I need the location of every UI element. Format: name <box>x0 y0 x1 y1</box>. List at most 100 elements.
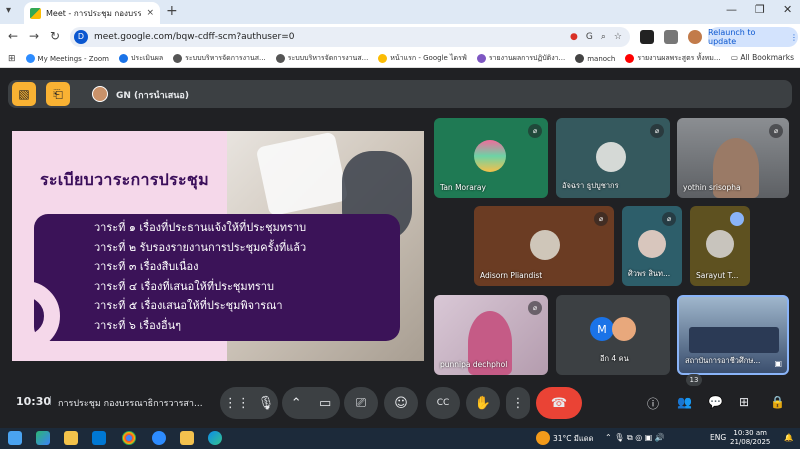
raise-hand-button[interactable]: ✋ <box>466 387 500 419</box>
more-menu-icon[interactable]: ⋮ <box>790 33 798 42</box>
mic-off-icon: ⌀ <box>769 124 783 138</box>
exit-presentation-icon[interactable]: ⎗ <box>46 82 70 106</box>
youtube-icon <box>625 54 635 63</box>
profile-avatar[interactable] <box>688 30 702 44</box>
chrome-icon[interactable] <box>122 431 136 445</box>
bookmark-item[interactable]: รายงานผลการปฏิบัติงา... <box>476 53 565 64</box>
participant-tile[interactable]: ⌀ yothin srisopha <box>677 118 789 198</box>
agenda-item: วาระที่ ๖ เรื่องอื่นๆ <box>94 318 182 332</box>
audio-levels-icon: ⋮⋮ <box>223 395 250 411</box>
language-indicator[interactable]: ENG <box>710 433 726 442</box>
globe-icon <box>118 54 128 63</box>
file-explorer-icon[interactable] <box>180 431 194 445</box>
browser-tab-meet[interactable]: Meet - การประชุม กองบรรณาธิการ × <box>24 2 160 24</box>
bookmark-item[interactable]: manoch <box>575 54 615 63</box>
all-bookmarks-button[interactable]: ▭ All Bookmarks <box>731 53 794 62</box>
tab-close-icon[interactable]: × <box>146 8 154 18</box>
participant-tile-pinned[interactable]: สถาบันการอาชีวศึกษ... ▣ <box>677 295 789 375</box>
microphone-icon[interactable]: 🎙 <box>258 396 275 411</box>
meet-favicon-icon <box>30 7 41 19</box>
leave-call-button[interactable]: ☎ <box>536 387 582 419</box>
restore-icon[interactable]: ❐ <box>755 3 765 16</box>
bookmark-label: ระบบบริหารจัดการงานส... <box>185 54 266 62</box>
participant-tile[interactable]: ⌀ ศิวพร สินท... <box>622 206 682 286</box>
address-bar[interactable]: D meet.google.com/bqw-cdff-scm?authuser=… <box>70 27 630 47</box>
forward-icon[interactable]: → <box>29 29 39 43</box>
participant-video <box>689 327 779 353</box>
back-icon[interactable]: ← <box>8 29 18 43</box>
more-participants-tile[interactable]: M อีก 4 คน <box>556 295 670 375</box>
chat-icon[interactable]: 💬 <box>708 395 723 409</box>
camera-icon[interactable]: ▭ <box>319 396 331 411</box>
extensions-puzzle-icon[interactable] <box>664 30 678 44</box>
bookmark-item[interactable]: ระบบบริหารจัดการงานส... <box>173 53 266 64</box>
new-tab-button[interactable]: + <box>166 3 178 19</box>
bookmark-item[interactable]: My Meetings - Zoom <box>25 54 109 63</box>
meeting-info-icon[interactable]: ⓘ <box>647 395 659 412</box>
globe-icon <box>575 54 585 63</box>
hand-icon: ✋ <box>474 395 492 411</box>
stop-presenting-icon[interactable]: ▧ <box>12 82 36 106</box>
host-controls-icon[interactable]: 🔒 <box>770 395 785 409</box>
relaunch-button[interactable]: Relaunch to update ⋮ <box>708 27 798 47</box>
participant-avatar <box>706 230 734 258</box>
captions-button[interactable]: CC <box>426 387 460 419</box>
bookmark-star-icon[interactable]: ☆ <box>614 32 622 42</box>
participant-tile[interactable]: ⌀ Adisorn Pliandist <box>474 206 614 286</box>
present-button[interactable]: ⎚ <box>344 387 378 419</box>
people-count-badge: 13 <box>686 374 702 386</box>
relaunch-label: Relaunch to update <box>708 28 756 46</box>
more-options-button[interactable]: ⋮ <box>506 387 530 419</box>
apps-grid-icon[interactable]: ⊞ <box>8 54 16 64</box>
tab-search-icon[interactable]: ▾ <box>6 5 11 16</box>
start-windows-icon[interactable] <box>8 431 22 445</box>
bookmark-item[interactable]: รายงานผลพระสูตร ทั้งหม... <box>625 53 721 64</box>
minimize-icon[interactable]: — <box>726 3 737 16</box>
zoom-taskbar-icon[interactable] <box>152 431 166 445</box>
site-info-icon[interactable]: D <box>74 30 88 44</box>
participant-name: Adisorn Pliandist <box>480 271 543 280</box>
notifications-icon[interactable]: 🔔 <box>784 433 793 442</box>
emoji-icon: ☺ <box>394 395 408 411</box>
participant-tile[interactable]: Sarayut T... <box>690 206 750 286</box>
weather-icon[interactable] <box>536 431 550 445</box>
pip-icon[interactable]: ▣ <box>774 359 782 368</box>
presenter-label: GN (การนำเสนอ) <box>116 91 189 101</box>
participant-avatar <box>530 230 560 260</box>
agenda-item: วาระที่ ๕ เรื่องเสนอให้ที่ประชุมพิจารณา <box>94 299 283 312</box>
agenda-item: วาระที่ ๓ เรื่องสืบเนื่อง <box>94 260 199 273</box>
store-icon[interactable] <box>64 431 78 445</box>
people-icon[interactable]: 👥 <box>677 395 692 409</box>
speaking-indicator-icon <box>730 212 744 226</box>
bookmark-item[interactable]: ประเมินผล <box>118 53 163 64</box>
weather-label[interactable]: 31°C มีแดด <box>553 433 593 445</box>
camera-in-use-icon[interactable]: ● <box>570 32 578 42</box>
camera-control[interactable]: ⌃ ▭ <box>282 387 340 419</box>
chevron-up-icon[interactable]: ⌃ <box>291 396 302 411</box>
system-tray-icons[interactable]: ⌃ 🎙 ⧉ ◎ ▣ 🔊 <box>605 433 665 443</box>
participant-tile[interactable]: ⌀ Tan Moraray <box>434 118 548 198</box>
participant-tile[interactable]: ⌀ punnipa dechphol <box>434 295 548 375</box>
zoom-icon[interactable]: ⌕ <box>601 32 606 42</box>
translate-icon[interactable]: G <box>586 32 593 42</box>
bookmark-item[interactable]: ระบบบริหารจัดการงานส... <box>275 53 368 64</box>
tab-title: Meet - การประชุม กองบรรณาธิการ <box>46 8 142 18</box>
outlook-icon[interactable] <box>92 431 106 445</box>
reload-icon[interactable]: ↻ <box>50 29 60 43</box>
zoom-icon <box>25 54 35 63</box>
edge-icon[interactable] <box>208 431 222 445</box>
participant-tile[interactable]: ⌀ อัจฉรา ธูปบูชากร <box>556 118 670 198</box>
close-window-icon[interactable]: ✕ <box>783 3 792 16</box>
bookmark-label: My Meetings - Zoom <box>37 54 109 63</box>
participant-avatar <box>612 317 636 341</box>
taskbar-clock[interactable]: 10:30 am 21/08/2025 <box>730 429 770 447</box>
participant-name: Tan Moraray <box>440 183 486 192</box>
bookmark-label: รายงานผลพระสูตร ทั้งหม... <box>637 54 721 62</box>
reactions-button[interactable]: ☺ <box>384 387 418 419</box>
folder-icon: ▭ <box>730 53 741 62</box>
bookmark-item[interactable]: หน้าแรก - Google ไดรฟ์ <box>378 53 467 64</box>
mic-control[interactable]: ⋮⋮ 🎙 <box>220 387 278 419</box>
copilot-icon[interactable] <box>36 431 50 445</box>
extension-icon[interactable] <box>640 30 654 44</box>
activities-icon[interactable]: ⊞ <box>739 395 749 409</box>
